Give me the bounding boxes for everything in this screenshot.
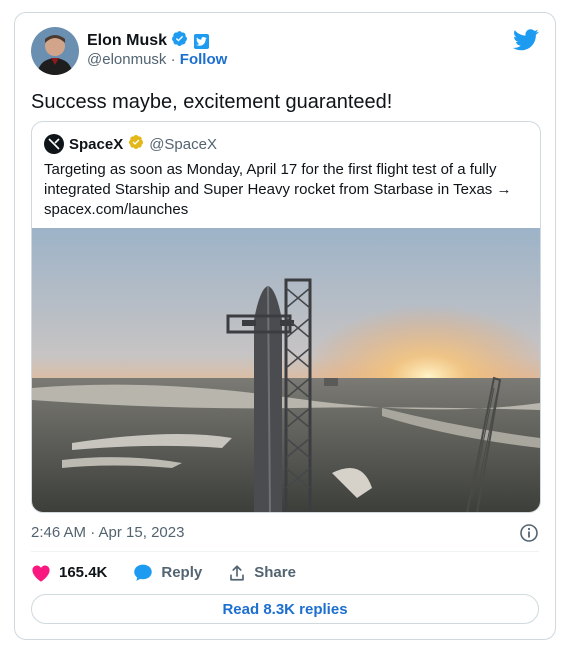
separator: ·: [170, 51, 176, 68]
author-name-row: Elon Musk: [87, 30, 210, 52]
like-count: 165.4K: [59, 564, 108, 581]
action-bar: 165.4K Reply Share: [31, 563, 322, 582]
quoted-text-line-2: integrated Starship and Super Heavy rock…: [44, 181, 512, 198]
avatar[interactable]: [31, 27, 79, 75]
twitter-icon: [194, 33, 210, 49]
like-button[interactable]: 165.4K: [31, 564, 107, 582]
author-handle-row: @elonmusk · Follow: [87, 51, 227, 68]
read-replies-button[interactable]: Read 8.3K replies: [31, 594, 539, 624]
quoted-author-handle: @SpaceX: [149, 135, 217, 153]
quoted-tweet-text: Targeting as soon as Monday, April 17 fo…: [44, 160, 524, 220]
spacex-logo-icon: [44, 134, 64, 154]
info-icon[interactable]: [519, 523, 539, 543]
divider: [31, 551, 539, 552]
reply-icon: [134, 564, 153, 581]
bird-icon[interactable]: [513, 29, 539, 51]
share-icon: [230, 564, 245, 581]
author-handle[interactable]: @elonmusk: [87, 51, 166, 68]
quoted-author-name: SpaceX: [69, 135, 124, 153]
tweet-card: Elon Musk @elonmusk · Follow Success may…: [14, 12, 556, 640]
share-label: Share: [254, 564, 296, 581]
tweet-timestamp[interactable]: 2:46 AM · Apr 15, 2023: [31, 524, 184, 541]
author-name[interactable]: Elon Musk: [87, 32, 167, 50]
share-button[interactable]: Share: [228, 564, 296, 582]
tweet-text: Success maybe, excitement guaranteed!: [31, 91, 393, 113]
quoted-tweet-header: SpaceX @SpaceX: [44, 134, 217, 154]
reply-button[interactable]: Reply: [133, 563, 202, 582]
quoted-tweet[interactable]: SpaceX @SpaceX Targeting as soon as Mond…: [31, 121, 541, 513]
heart-icon: [32, 564, 50, 582]
verified-icon: [171, 30, 188, 52]
follow-link[interactable]: Follow: [180, 51, 228, 68]
quoted-text-line-1: Targeting as soon as Monday, April 17 fo…: [44, 161, 497, 178]
starship-photo[interactable]: [32, 228, 540, 513]
quoted-link[interactable]: spacex.com/launches: [44, 200, 524, 220]
reply-label: Reply: [161, 564, 203, 581]
verified-gold-icon: [128, 134, 144, 154]
